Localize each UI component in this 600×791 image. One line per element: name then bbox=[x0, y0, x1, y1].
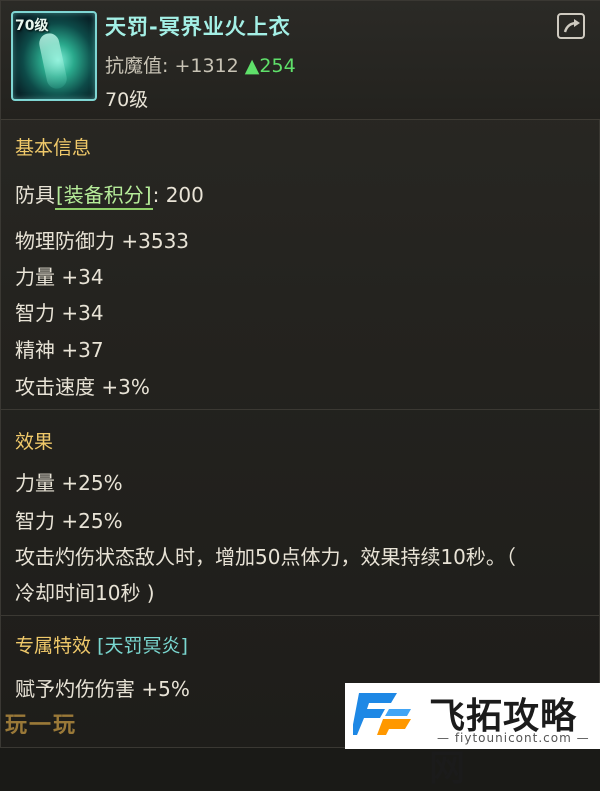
item-level: 70级 bbox=[105, 89, 149, 111]
armor-item-icon[interactable]: 70级 bbox=[11, 11, 97, 101]
exclusive-effect-line: 赋予灼伤伤害 +5% bbox=[15, 677, 190, 701]
basic-stat-line: 智力 +34 bbox=[15, 301, 104, 325]
fp-logo-icon bbox=[353, 693, 411, 735]
armor-prefix: 防具 bbox=[15, 183, 55, 207]
item-details: 基本信息 防具[装备积分]: 200 物理防御力 +3533 力量 +34 智力… bbox=[1, 121, 600, 749]
basic-stat-line: 力量 +34 bbox=[15, 265, 104, 289]
magic-resist-stat: 抗魔值: +1312 ▲254 bbox=[105, 51, 296, 78]
stat-up-value: 254 bbox=[259, 55, 296, 77]
stat-up-arrow-icon: ▲ bbox=[244, 55, 260, 77]
brand-watermark: 飞拓攻略网 — fiytounicont.com — bbox=[345, 683, 600, 789]
equipment-score-tag[interactable]: [装备积分] bbox=[55, 179, 153, 210]
basic-info-title: 基本信息 bbox=[15, 137, 92, 159]
effect-line: 智力 +25% bbox=[15, 509, 123, 533]
stat-value: +1312 bbox=[174, 55, 239, 77]
effect-line: 力量 +25% bbox=[15, 471, 123, 495]
equipment-score-value: : 200 bbox=[152, 183, 204, 207]
basic-stat-line: 物理防御力 +3533 bbox=[15, 229, 190, 253]
share-export-icon[interactable] bbox=[557, 13, 585, 39]
site-watermark: 玩一玩 bbox=[5, 713, 78, 738]
effect-line: 冷却时间10秒 ) bbox=[15, 581, 155, 605]
section-divider bbox=[1, 409, 600, 410]
exclusive-effect-title: 专属特效 bbox=[15, 635, 92, 657]
section-divider bbox=[1, 615, 600, 616]
armor-score-line: 防具[装备积分]: 200 bbox=[15, 179, 204, 210]
basic-stat-line: 攻击速度 +3% bbox=[15, 375, 150, 399]
item-glow bbox=[37, 31, 69, 91]
effect-line: 攻击灼伤状态敌人时，增加50点体力，效果持续10秒。（ bbox=[15, 545, 516, 569]
exclusive-effect-tag[interactable]: [天罚冥炎] bbox=[97, 635, 188, 657]
stat-label: 抗魔值: bbox=[105, 55, 169, 77]
effects-title: 效果 bbox=[15, 431, 54, 453]
item-tooltip-panel: 70级 天罚-冥界业火上衣 抗魔值: +1312 ▲254 70级 基本信息 防… bbox=[0, 0, 600, 789]
item-name: 天罚-冥界业火上衣 bbox=[105, 15, 291, 39]
brand-url: — fiytounicont.com — bbox=[437, 731, 590, 745]
item-header: 70级 天罚-冥界业火上衣 抗魔值: +1312 ▲254 70级 bbox=[1, 1, 600, 120]
icon-level-tag: 70级 bbox=[15, 18, 49, 34]
exclusive-effect-header: 专属特效 [天罚冥炎] bbox=[15, 631, 188, 658]
basic-stat-line: 精神 +37 bbox=[15, 338, 104, 362]
